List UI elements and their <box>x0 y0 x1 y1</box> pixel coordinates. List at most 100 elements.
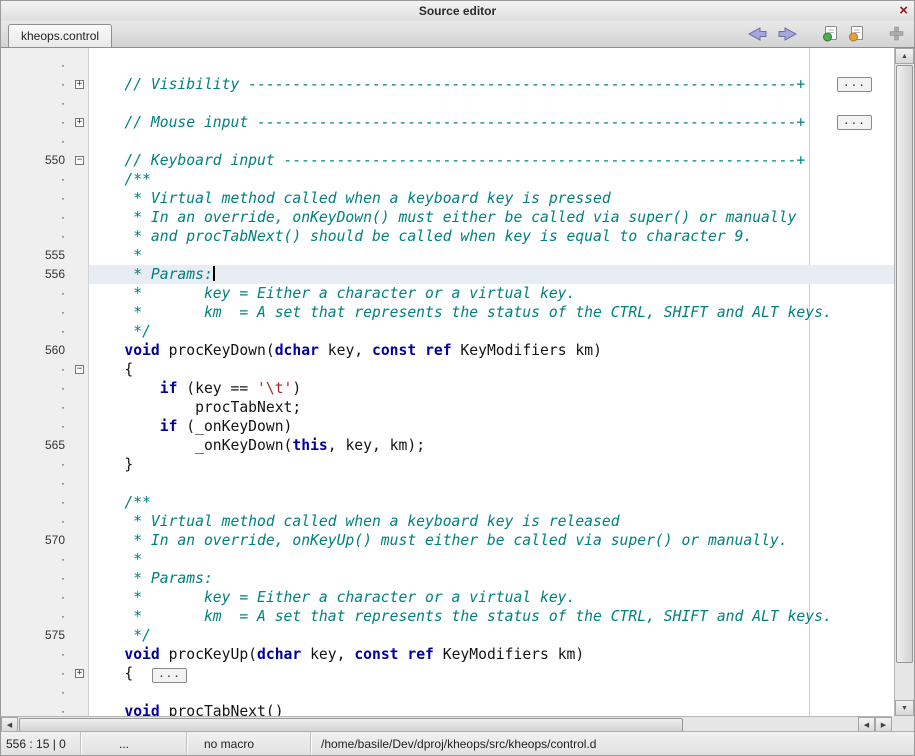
code-line[interactable]: · <box>1 132 894 151</box>
code-line[interactable]: ·− { <box>1 360 894 379</box>
horizontal-scrollbar-thumb[interactable] <box>19 718 683 732</box>
code-text[interactable] <box>89 56 894 75</box>
code-line[interactable]: · */ <box>1 322 894 341</box>
code-text[interactable]: * and procTabNext() should be called whe… <box>89 227 894 246</box>
code-line[interactable]: · <box>1 56 894 75</box>
code-line[interactable]: · if (_onKeyDown) <box>1 417 894 436</box>
code-text[interactable]: { ... <box>89 664 894 683</box>
detach-cross-icon[interactable] <box>889 26 904 41</box>
code-text[interactable]: * key = Either a character or a virtual … <box>89 588 894 607</box>
code-text[interactable]: * <box>89 246 894 265</box>
fold-marker-icon[interactable]: + <box>75 669 84 678</box>
code-line[interactable]: · * In an override, onKeyDown() must eit… <box>1 208 894 227</box>
code-text[interactable]: _onKeyDown(this, key, km); <box>89 436 894 455</box>
code-line[interactable]: 570 * In an override, onKeyUp() must eit… <box>1 531 894 550</box>
code-text[interactable] <box>89 132 894 151</box>
code-text[interactable]: if (_onKeyDown) <box>89 417 894 436</box>
code-text[interactable]: * km = A set that represents the status … <box>89 607 894 626</box>
code-line[interactable]: · * Virtual method called when a keyboar… <box>1 189 894 208</box>
line-number: 550 <box>1 151 71 170</box>
code-text[interactable]: /** <box>89 493 894 512</box>
code-text[interactable]: } <box>89 455 894 474</box>
code-line[interactable]: · <box>1 474 894 493</box>
code-text[interactable] <box>89 683 894 702</box>
code-text[interactable]: if (key == '\t') <box>89 379 894 398</box>
fold-marker-icon[interactable]: − <box>75 156 84 165</box>
code-line[interactable]: · void procTabNext() <box>1 702 894 716</box>
go-forward-arrow-icon[interactable] <box>777 26 798 42</box>
folded-code-ellipsis[interactable]: ... <box>837 115 872 130</box>
code-text[interactable]: // Visibility --------------------------… <box>89 75 894 94</box>
code-text[interactable]: void procKeyDown(dchar key, const ref Ke… <box>89 341 894 360</box>
line-number: 570 <box>1 531 71 550</box>
close-icon[interactable]: × <box>899 2 908 20</box>
document-green-badge-icon[interactable] <box>822 25 839 42</box>
code-text[interactable]: // Keyboard input ----------------------… <box>89 151 894 170</box>
code-line[interactable]: ·+ // Visibility -----------------------… <box>1 75 894 94</box>
code-text[interactable] <box>89 474 894 493</box>
code-text[interactable] <box>89 94 894 113</box>
titlebar[interactable]: Source editor × <box>1 1 914 21</box>
fold-column <box>71 303 89 322</box>
code-line[interactable]: · * key = Either a character or a virtua… <box>1 284 894 303</box>
tab-kheops-control[interactable]: kheops.control <box>8 24 112 47</box>
fold-marker-icon[interactable]: − <box>75 365 84 374</box>
code-text[interactable]: /** <box>89 170 894 189</box>
code-line[interactable]: · } <box>1 455 894 474</box>
document-orange-badge-icon[interactable] <box>848 25 865 42</box>
code-text[interactable]: * km = A set that represents the status … <box>89 303 894 322</box>
scroll-down-button[interactable]: ▼ <box>895 700 914 716</box>
vertical-scrollbar-thumb[interactable] <box>896 65 913 663</box>
code-line[interactable]: · /** <box>1 493 894 512</box>
code-text[interactable]: * Params: <box>89 569 894 588</box>
tab-bar: kheops.control <box>1 21 914 48</box>
code-text[interactable]: * In an override, onKeyUp() must either … <box>89 531 894 550</box>
code-line[interactable]: · void procKeyUp(dchar key, const ref Ke… <box>1 645 894 664</box>
code-line[interactable]: · * <box>1 550 894 569</box>
code-text[interactable]: void procTabNext() <box>89 702 894 716</box>
code-line[interactable]: · procTabNext; <box>1 398 894 417</box>
folded-code-ellipsis[interactable]: ... <box>837 77 872 92</box>
fold-marker-icon[interactable]: + <box>75 118 84 127</box>
code-text[interactable]: * Params: <box>89 265 894 284</box>
code-line[interactable]: 560 void procKeyDown(dchar key, const re… <box>1 341 894 360</box>
code-line[interactable]: · <box>1 683 894 702</box>
code-text[interactable]: * <box>89 550 894 569</box>
code-line[interactable]: · if (key == '\t') <box>1 379 894 398</box>
code-text[interactable]: */ <box>89 322 894 341</box>
code-text[interactable]: // Mouse input -------------------------… <box>89 113 894 132</box>
code-line[interactable]: 556 * Params: <box>1 265 894 284</box>
fold-marker-icon[interactable]: + <box>75 80 84 89</box>
code-line[interactable]: · * Params: <box>1 569 894 588</box>
vertical-scrollbar[interactable]: ▲ ▼ <box>894 48 914 716</box>
code-text[interactable]: * Virtual method called when a keyboard … <box>89 512 894 531</box>
fold-column <box>71 227 89 246</box>
code-line[interactable]: · * km = A set that represents the statu… <box>1 607 894 626</box>
code-line[interactable]: · * and procTabNext() should be called w… <box>1 227 894 246</box>
code-text[interactable]: * Virtual method called when a keyboard … <box>89 189 894 208</box>
code-line[interactable]: ·+ { ... <box>1 664 894 683</box>
code-text[interactable]: * key = Either a character or a virtual … <box>89 284 894 303</box>
code-viewport[interactable]: ··+ // Visibility ----------------------… <box>1 48 894 716</box>
code-line[interactable]: ·+ // Mouse input ----------------------… <box>1 113 894 132</box>
code-line[interactable]: 555 * <box>1 246 894 265</box>
folded-code-ellipsis[interactable]: ... <box>152 668 187 683</box>
line-number: · <box>1 56 71 75</box>
code-text[interactable]: void procKeyUp(dchar key, const ref KeyM… <box>89 645 894 664</box>
code-text[interactable]: procTabNext; <box>89 398 894 417</box>
code-line[interactable]: · <box>1 94 894 113</box>
line-number: · <box>1 360 71 379</box>
go-back-arrow-icon[interactable] <box>747 26 768 42</box>
code-line[interactable]: · * key = Either a character or a virtua… <box>1 588 894 607</box>
code-line[interactable]: 550− // Keyboard input -----------------… <box>1 151 894 170</box>
code-line[interactable]: · /** <box>1 170 894 189</box>
vertical-scrollbar-track[interactable] <box>895 64 914 700</box>
code-text[interactable]: * In an override, onKeyDown() must eithe… <box>89 208 894 227</box>
code-text[interactable]: */ <box>89 626 894 645</box>
code-line[interactable]: · * Virtual method called when a keyboar… <box>1 512 894 531</box>
code-line[interactable]: 575 */ <box>1 626 894 645</box>
code-line[interactable]: · * km = A set that represents the statu… <box>1 303 894 322</box>
code-line[interactable]: 565 _onKeyDown(this, key, km); <box>1 436 894 455</box>
code-text[interactable]: { <box>89 360 894 379</box>
scroll-up-button[interactable]: ▲ <box>895 48 914 64</box>
